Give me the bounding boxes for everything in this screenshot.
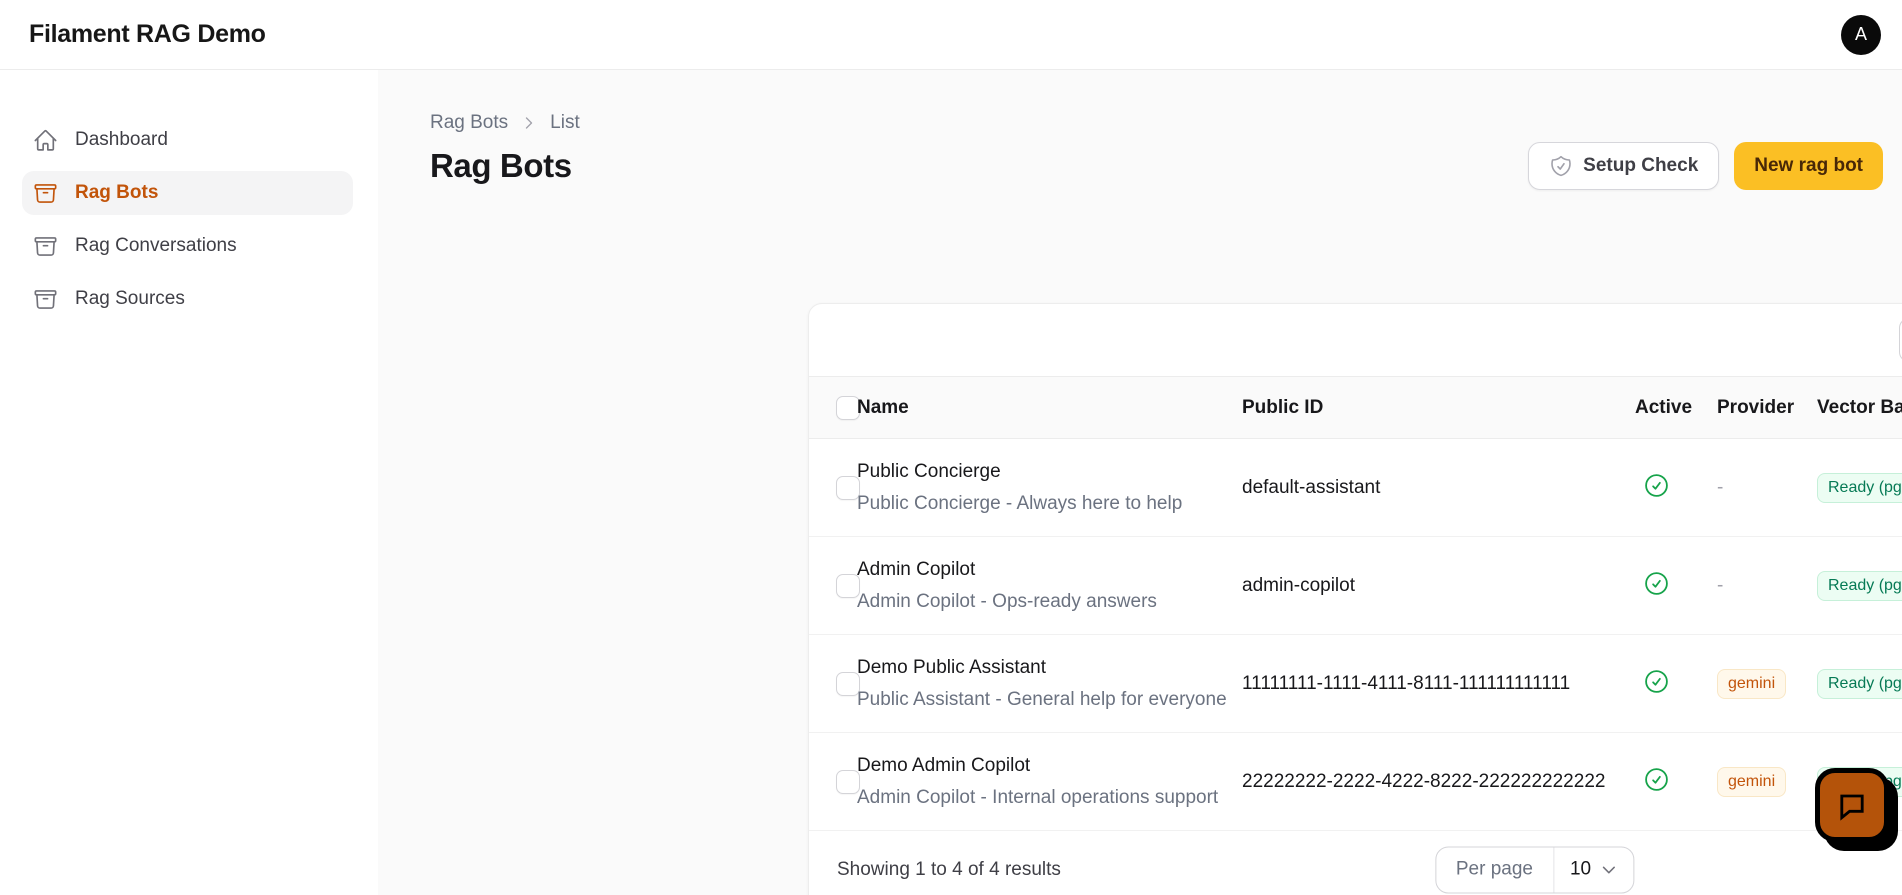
provider-badge: gemini — [1717, 766, 1787, 797]
bot-description: Public Concierge - Always here to help — [857, 493, 1183, 514]
main-content: Rag Bots List Rag Bots Setup Check New r… — [378, 70, 1902, 895]
table-card: Name Public ID Active Provider Vector Ba… — [808, 303, 1902, 895]
table-row[interactable]: Public Concierge Public Concierge - Alwa… — [809, 439, 1902, 537]
table-toolbar — [809, 304, 1902, 377]
breadcrumb-list[interactable]: List — [550, 112, 580, 134]
vector-backend-badge: Ready (pgvector) — [1817, 668, 1902, 699]
sidebar-item-rag-conversations[interactable]: Rag Conversations — [22, 224, 353, 268]
check-circle-icon — [1643, 767, 1670, 797]
per-page-control: Per page 10 — [1434, 846, 1635, 893]
setup-check-button[interactable]: Setup Check — [1528, 142, 1720, 190]
header-actions: Setup Check New rag bot — [1528, 142, 1883, 190]
bot-public-id: 22222222-2222-4222-8222-222222222222 — [1242, 770, 1606, 792]
bot-public-id: 11111111-1111-4111-8111-111111111111 — [1242, 672, 1571, 694]
per-page-value: 10 — [1569, 858, 1592, 880]
new-rag-bot-label: New rag bot — [1754, 155, 1863, 176]
new-rag-bot-button[interactable]: New rag bot — [1734, 142, 1883, 190]
bot-name: Public Concierge — [857, 461, 1001, 482]
sidebar-item-label: Rag Conversations — [75, 235, 237, 256]
bot-description: Admin Copilot - Internal operations supp… — [857, 787, 1219, 808]
column-header-vector-backend[interactable]: Vector Backend — [1817, 397, 1902, 419]
table-row[interactable]: Demo Admin Copilot Admin Copilot - Inter… — [809, 733, 1902, 831]
table-row[interactable]: Admin Copilot Admin Copilot - Ops-ready … — [809, 537, 1902, 635]
chevron-right-icon — [525, 117, 533, 129]
table-row[interactable]: Demo Public Assistant Public Assistant -… — [809, 635, 1902, 733]
page-title: Rag Bots — [430, 147, 572, 184]
provider-value: - — [1717, 476, 1724, 498]
column-header-public-id[interactable]: Public ID — [1242, 397, 1635, 419]
bot-description: Admin Copilot - Ops-ready answers — [857, 591, 1157, 612]
column-header-active[interactable]: Active — [1635, 397, 1717, 419]
app-window: Filament RAG Demo A Dashboard Rag Bots R… — [0, 0, 1902, 895]
column-header-provider[interactable]: Provider — [1717, 397, 1817, 419]
bot-description: Public Assistant - General help for ever… — [857, 689, 1227, 710]
setup-check-label: Setup Check — [1583, 155, 1699, 176]
sidebar: Dashboard Rag Bots Rag Conversations Rag… — [0, 70, 378, 895]
shield-check-icon — [1551, 155, 1571, 177]
check-circle-icon — [1643, 473, 1670, 503]
sidebar-item-rag-bots[interactable]: Rag Bots — [22, 171, 353, 215]
vector-backend-badge: Ready (pgvector) — [1817, 472, 1902, 503]
avatar-initial: A — [1854, 24, 1867, 44]
provider-badge: gemini — [1717, 668, 1787, 699]
per-page-select[interactable]: 10 — [1554, 847, 1633, 892]
sidebar-item-rag-sources[interactable]: Rag Sources — [22, 277, 353, 321]
bot-public-id: admin-copilot — [1242, 574, 1355, 596]
sidebar-item-label: Rag Bots — [75, 182, 159, 203]
sidebar-item-label: Rag Sources — [75, 288, 185, 309]
archive-box-icon — [34, 289, 57, 309]
chat-widget-button[interactable] — [1815, 768, 1889, 842]
bot-public-id: default-assistant — [1242, 476, 1381, 498]
results-summary: Showing 1 to 4 of 4 results — [837, 858, 1061, 880]
archive-box-icon — [34, 236, 57, 256]
check-circle-icon — [1643, 669, 1670, 699]
check-circle-icon — [1643, 571, 1670, 601]
topbar: Filament RAG Demo A — [0, 0, 1902, 70]
per-page-label: Per page — [1436, 847, 1554, 892]
table-header-row: Name Public ID Active Provider Vector Ba… — [809, 377, 1902, 439]
archive-box-icon — [34, 183, 57, 203]
brand-title: Filament RAG Demo — [29, 20, 266, 48]
chat-bubble-icon — [1840, 794, 1864, 821]
sidebar-item-dashboard[interactable]: Dashboard — [22, 118, 353, 162]
sidebar-item-label: Dashboard — [75, 129, 168, 150]
provider-value: - — [1717, 574, 1724, 596]
table-footer: Showing 1 to 4 of 4 results Per page 10 — [809, 831, 1902, 895]
user-avatar[interactable]: A — [1841, 14, 1881, 55]
column-header-name[interactable]: Name — [857, 397, 1242, 419]
bot-name: Demo Admin Copilot — [857, 755, 1031, 776]
bot-name: Demo Public Assistant — [857, 657, 1047, 678]
vector-backend-badge: Ready (pgvector) — [1817, 570, 1902, 601]
breadcrumb-rag-bots[interactable]: Rag Bots — [430, 112, 508, 134]
page-header: Rag Bots List Rag Bots Setup Check New r… — [430, 112, 1883, 190]
bot-name: Admin Copilot — [857, 559, 976, 580]
home-icon — [34, 129, 57, 151]
chevron-down-icon — [1602, 866, 1615, 873]
breadcrumb: Rag Bots List — [430, 112, 1883, 134]
